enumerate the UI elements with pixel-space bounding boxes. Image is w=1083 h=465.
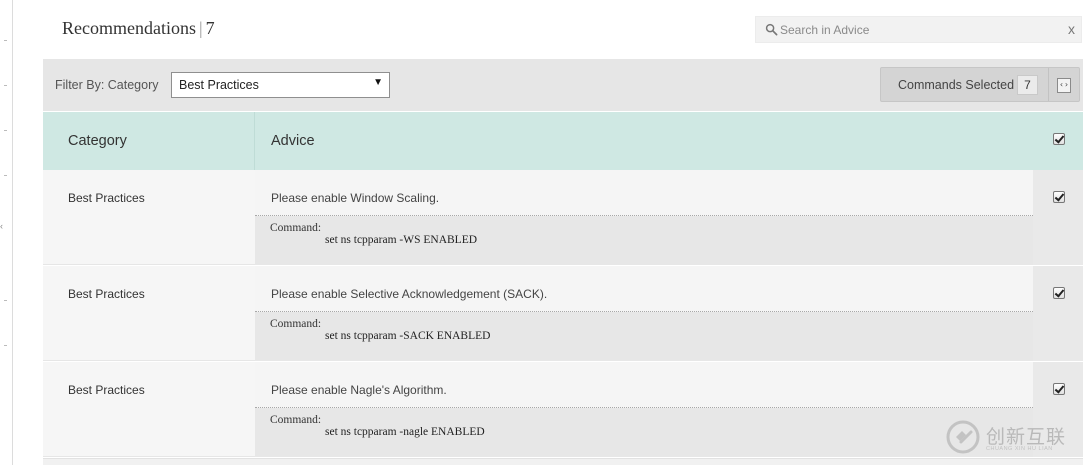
command-text: set ns tcpparam -WS ENABLED: [325, 234, 478, 246]
category-cell: Best Practices: [43, 170, 255, 265]
category-text: Best Practices: [68, 383, 145, 397]
checkbox-cell: [1033, 266, 1083, 361]
rail-chevron-icon[interactable]: ‹: [0, 222, 3, 231]
command-label: Command:: [270, 318, 322, 330]
category-select[interactable]: Best Practices ▼: [171, 72, 390, 98]
table-header: Category Advice: [43, 112, 1083, 170]
category-text: Best Practices: [68, 191, 145, 205]
column-header-advice: Advice: [271, 133, 315, 149]
column-divider: [254, 112, 255, 170]
command-label: Command:: [270, 414, 322, 426]
command-cell: Command: set ns tcpparam -WS ENABLED: [255, 216, 1033, 265]
watermark-text: 创新互联: [986, 426, 1067, 448]
category-cell: Best Practices: [43, 362, 255, 457]
divider: [1048, 68, 1049, 101]
commands-selected-label: Commands Selected: [898, 78, 1015, 92]
search-box[interactable]: x: [755, 16, 1082, 43]
table-row: Best Practices Please enable Nagle's Alg…: [43, 362, 1083, 458]
page-title: Recommendations | 7: [62, 18, 215, 39]
advice-text: Please enable Window Scaling.: [271, 191, 440, 205]
search-icon: [765, 23, 778, 36]
rail-tick: [4, 40, 7, 41]
category-cell: Best Practices: [43, 266, 255, 361]
search-input[interactable]: [780, 20, 1050, 40]
rail-tick: [4, 300, 7, 301]
clear-search-button[interactable]: x: [1068, 21, 1075, 37]
left-rail: ‹: [0, 0, 13, 465]
advice-text: Please enable Selective Acknowledgement …: [271, 287, 548, 301]
column-header-category: Category: [68, 133, 127, 149]
rail-tick: [4, 85, 7, 86]
category-text: Best Practices: [68, 287, 145, 301]
command-cell: Command: set ns tcpparam -SACK ENABLED: [255, 312, 1033, 361]
filter-label: Filter By: Category: [55, 78, 159, 92]
table-row: Best Practices Please enable Window Scal…: [43, 170, 1083, 266]
row-checkbox[interactable]: [1053, 383, 1065, 395]
filter-bar: Filter By: Category Best Practices ▼ Com…: [43, 59, 1083, 111]
next-row-edge: [43, 458, 1083, 465]
title-separator: |: [198, 18, 203, 38]
row-checkbox[interactable]: [1053, 287, 1065, 299]
checkbox-cell: [1033, 170, 1083, 265]
commands-selected-button[interactable]: Commands Selected 7 ‹›: [880, 67, 1080, 102]
commands-selected-count: 7: [1017, 75, 1038, 95]
category-select-value: Best Practices: [179, 78, 259, 92]
command-text: set ns tcpparam -nagle ENABLED: [325, 426, 485, 438]
watermark: 创新互联 CHUANG XIN HU LIAN: [946, 419, 1078, 455]
brand-logo-icon: [946, 420, 980, 454]
select-all-checkbox[interactable]: [1053, 133, 1065, 145]
watermark-subtext: CHUANG XIN HU LIAN: [986, 446, 1053, 452]
rail-tick: [4, 130, 7, 131]
table-row: Best Practices Please enable Selective A…: [43, 266, 1083, 362]
command-text: set ns tcpparam -SACK ENABLED: [325, 330, 491, 342]
rail-tick: [4, 345, 7, 346]
command-cell: Command: set ns tcpparam -nagle ENABLED: [255, 408, 1033, 457]
code-icon[interactable]: ‹›: [1057, 78, 1071, 93]
recommendation-count: 7: [205, 18, 215, 38]
advice-cell: Please enable Selective Acknowledgement …: [255, 266, 1033, 312]
page-title-text: Recommendations: [62, 18, 196, 38]
advice-cell: Please enable Window Scaling.: [255, 170, 1033, 216]
command-label: Command:: [270, 222, 322, 234]
dropdown-arrow-icon: ▼: [373, 77, 383, 88]
advice-text: Please enable Nagle's Algorithm.: [271, 383, 447, 397]
row-checkbox[interactable]: [1053, 191, 1065, 203]
advice-cell: Please enable Nagle's Algorithm.: [255, 362, 1033, 408]
rail-tick: [4, 175, 7, 176]
